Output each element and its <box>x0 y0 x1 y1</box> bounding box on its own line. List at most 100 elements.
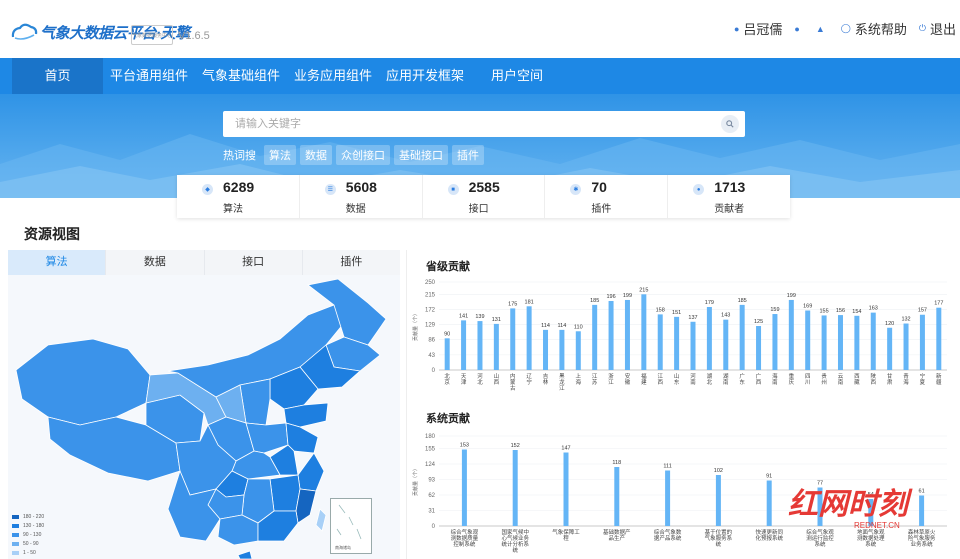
bar <box>788 299 794 370</box>
logout-link[interactable]: ⏻ 退出 <box>919 19 956 38</box>
bar-value-label: 151 <box>672 310 681 316</box>
stat-label: 数据 <box>345 204 366 215</box>
stat-value: 5608 <box>345 179 377 195</box>
x-tick-label: 宁夏 <box>920 372 926 386</box>
stat-value: 2585 <box>468 179 500 195</box>
algorithm-icon: ◆ <box>202 184 213 195</box>
users-icon: ● <box>794 23 800 34</box>
legend-item: 180 - 220 <box>12 512 44 521</box>
nav-item-dev-framework[interactable]: 应用开发框架 <box>379 58 471 94</box>
hot-tag-algorithm[interactable]: 算法 <box>264 145 296 165</box>
nav-item-business-components[interactable]: 业务应用组件 <box>287 58 379 94</box>
switch-user-button[interactable]: ● <box>794 24 803 34</box>
map-legend: 180 - 220 130 - 180 90 - 130 50 - 90 1 -… <box>12 512 44 557</box>
y-tick-label: 250 <box>425 280 436 286</box>
bar <box>614 467 620 526</box>
bar-value-label: 158 <box>656 307 665 313</box>
y-tick-label: 124 <box>425 462 436 468</box>
hot-tag-crowd-api[interactable]: 众创接口 <box>336 145 390 165</box>
stat-algorithms[interactable]: ◆ 6289 算法 <box>177 175 300 218</box>
bar-value-label: 177 <box>934 301 943 307</box>
tab-algorithm[interactable]: 算法 <box>8 250 107 275</box>
nav-item-home[interactable]: 首页 <box>12 58 103 94</box>
region-xinjiang <box>15 338 151 426</box>
bar <box>887 327 893 370</box>
power-icon: ⏻ <box>918 23 926 33</box>
bar-value-label: 215 <box>639 287 648 293</box>
y-tick-label: 31 <box>428 509 435 515</box>
search-icon <box>726 120 734 128</box>
help-label: 系统帮助 <box>854 22 907 37</box>
stat-contributors[interactable]: ● 1713 贡献者 <box>668 175 790 218</box>
stats-bar: ◆ 6289 算法 ☰ 5608 数据 ■ 2585 接口 ✱ 70 插件 ● … <box>177 175 790 218</box>
nav-item-user-space[interactable]: 用户空间 <box>471 58 563 94</box>
bar <box>657 314 663 370</box>
bar-value-label: 137 <box>688 315 697 321</box>
region-jiangxi <box>269 474 301 512</box>
help-link[interactable]: ◯ 系统帮助 <box>841 19 907 38</box>
tab-data[interactable]: 数据 <box>106 250 205 275</box>
nav-item-meteorology-components[interactable]: 气象基础组件 <box>195 58 287 94</box>
resource-view-title: 资源视图 <box>24 226 80 242</box>
notification-button[interactable]: ▲ <box>816 24 829 34</box>
user-menu[interactable]: ● 吕冠儒 <box>734 19 782 38</box>
bar <box>543 329 549 370</box>
x-tick-label: 新疆 <box>936 372 942 386</box>
hot-tag-base-api[interactable]: 基础接口 <box>394 145 448 165</box>
stat-data[interactable]: ☰ 5608 数据 <box>300 175 423 218</box>
search-button[interactable] <box>721 115 739 133</box>
logout-label: 退出 <box>929 22 956 37</box>
bar <box>608 301 614 370</box>
nav-item-platform-components[interactable]: 平台通用组件 <box>103 58 195 94</box>
hot-tag-data[interactable]: 数据 <box>300 145 332 165</box>
hot-tag-plugin[interactable]: 插件 <box>452 145 484 165</box>
x-tick-label: 安徽 <box>625 372 631 386</box>
bar <box>510 308 516 370</box>
x-tick-label: 河北 <box>477 372 483 386</box>
x-tick-label: 综合气象数据产品系统 <box>654 528 682 542</box>
bar-value-label: 110 <box>574 324 583 330</box>
x-tick-label: 浙江 <box>608 372 614 386</box>
stat-label: 插件 <box>591 204 612 215</box>
bar-value-label: 185 <box>738 298 747 304</box>
bell-icon: ▲ <box>815 23 825 34</box>
bar <box>461 320 467 370</box>
bar-value-label: 169 <box>803 304 812 310</box>
x-tick-label: 甘肃 <box>887 372 893 386</box>
bar-value-label: 157 <box>918 308 927 314</box>
x-tick-label: 福建 <box>641 372 647 386</box>
bar <box>936 307 942 370</box>
x-tick-label: 重庆 <box>789 372 795 386</box>
y-tick-label: 172 <box>425 307 436 313</box>
legend-item: 90 - 130 <box>12 530 44 539</box>
bar <box>772 314 778 370</box>
tab-plugin[interactable]: 插件 <box>302 250 400 275</box>
y-tick-label: 215 <box>425 292 436 298</box>
x-tick-label: 基于位置的气象服务系统 <box>705 528 733 548</box>
bar <box>592 304 598 370</box>
stat-value: 6289 <box>223 179 255 195</box>
version-label: V1.6.5 <box>178 30 210 42</box>
watermark-sub: REDNET.CN <box>854 521 900 530</box>
tab-interface[interactable]: 接口 <box>204 250 303 275</box>
x-tick-label: 综合气象观测数据质量控制系统 <box>451 528 479 548</box>
bar <box>665 470 671 526</box>
logo-badge: 气象数据服务中心 <box>131 25 173 45</box>
bar <box>575 331 581 370</box>
bar-value-label: 111 <box>663 464 671 470</box>
search-input[interactable] <box>223 111 703 137</box>
x-tick-label: 内蒙古 <box>510 372 516 392</box>
stat-plugins[interactable]: ✱ 70 插件 <box>545 175 669 218</box>
bar-value-label: 114 <box>541 323 550 329</box>
interface-icon: ■ <box>447 184 459 195</box>
x-tick-label: 江苏 <box>592 373 598 386</box>
bar-value-label: 118 <box>612 460 621 466</box>
bar <box>805 310 811 370</box>
x-tick-label: 四川 <box>805 373 811 386</box>
bar-value-label: 163 <box>869 306 878 312</box>
x-tick-label: 河南 <box>690 372 696 386</box>
stat-interfaces[interactable]: ■ 2585 接口 <box>423 175 546 218</box>
bar-value-label: 152 <box>511 443 520 449</box>
bar-value-label: 91 <box>766 474 772 480</box>
bar <box>739 304 745 370</box>
